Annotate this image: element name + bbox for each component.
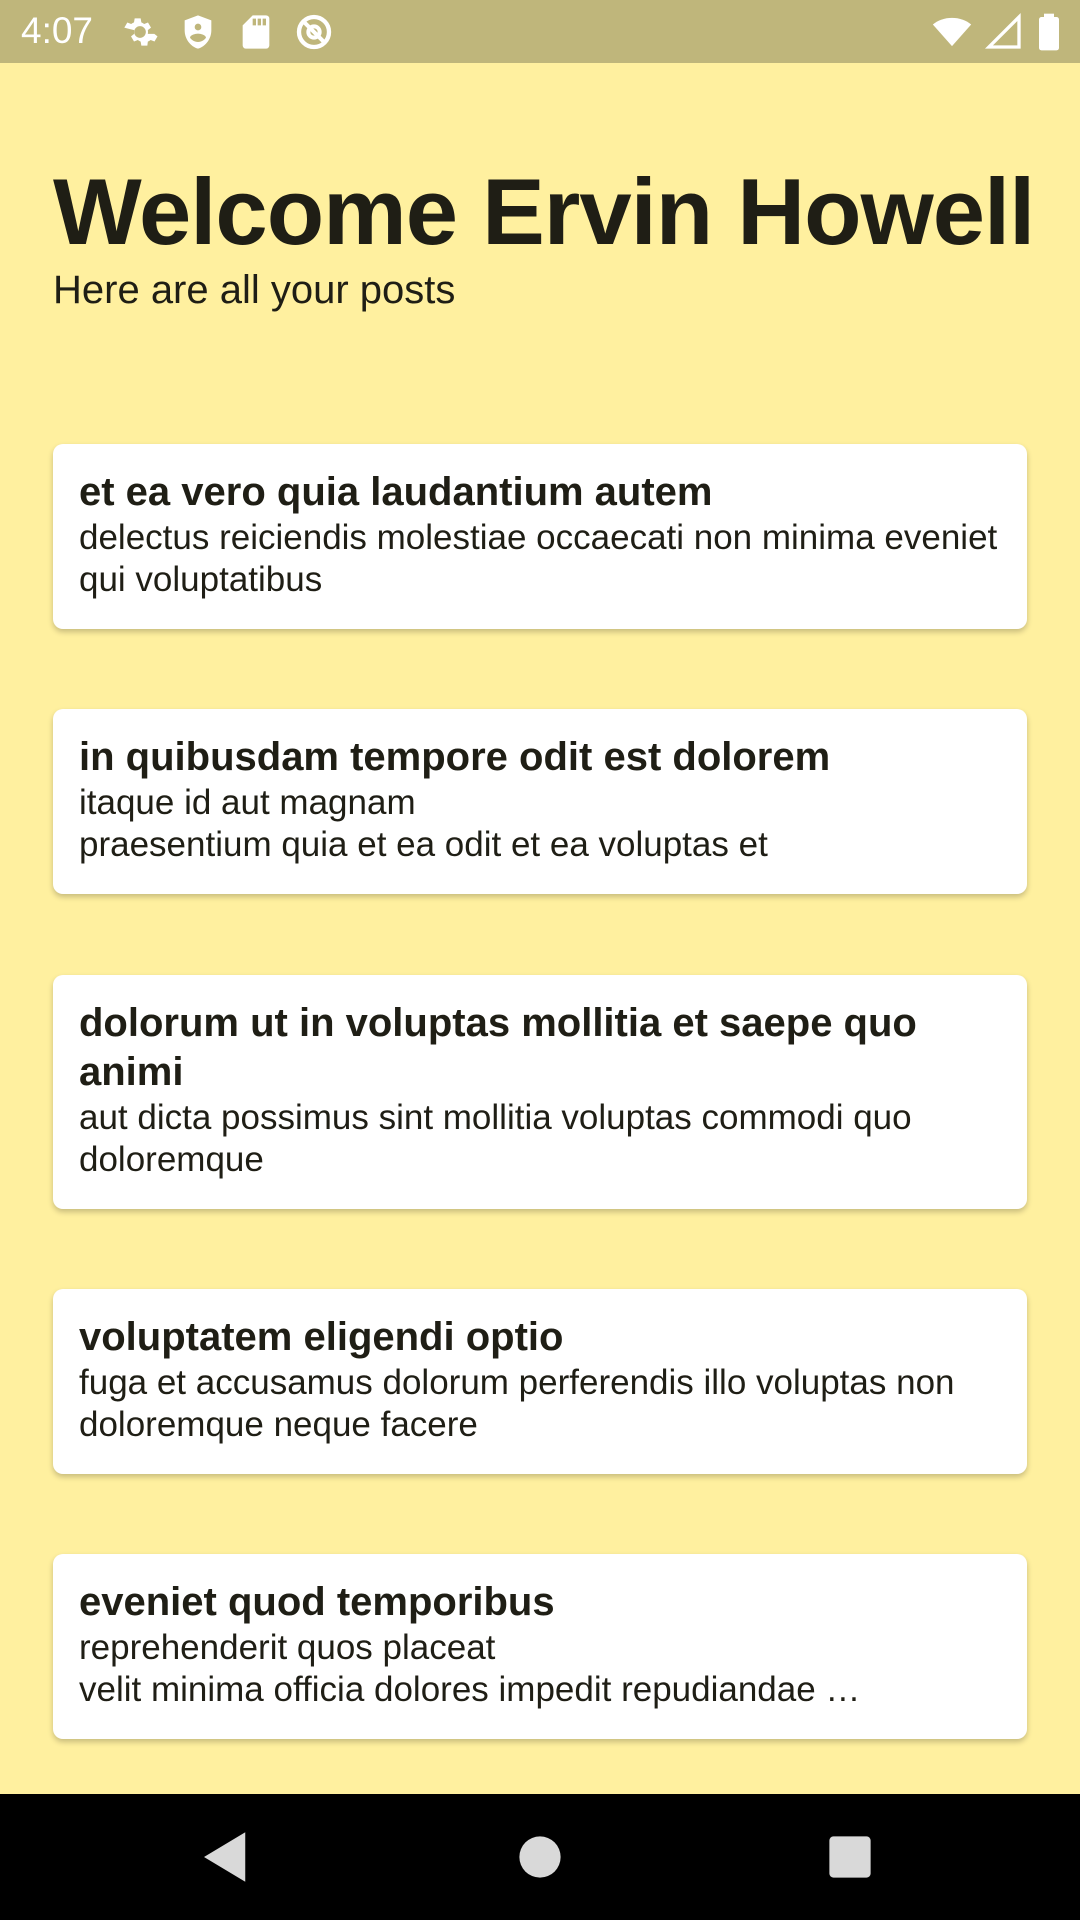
back-icon[interactable]: [193, 1824, 259, 1890]
post-body: itaque id aut magnam praesentium quia et…: [79, 783, 768, 864]
cell-signal-icon: [984, 12, 1021, 49]
at-sign-icon: [296, 14, 332, 50]
battery-icon: [1039, 13, 1059, 51]
navigation-bar: [0, 1794, 1080, 1920]
post-card[interactable]: dolorum ut in voluptas mollitia et saepe…: [53, 975, 1027, 1209]
post-title: et ea vero quia laudantium autem: [79, 470, 713, 514]
post-card[interactable]: voluptatem eligendi optio fuga et accusa…: [53, 1289, 1027, 1474]
status-icons-right: [932, 12, 1062, 52]
wifi-icon: [932, 17, 972, 47]
post-card[interactable]: eveniet quod temporibus reprehenderit qu…: [53, 1554, 1027, 1739]
post-title: voluptatem eligendi optio: [79, 1315, 564, 1359]
sd-card-icon: [242, 15, 270, 49]
page-header: Welcome Ervin Howell Here are all your p…: [53, 158, 1053, 314]
post-body: delectus reiciendis molestiae occaecati …: [79, 518, 998, 599]
post-body: reprehenderit quos placeat velit minima …: [79, 1628, 861, 1709]
post-title: in quibusdam tempore odit est dolorem: [79, 735, 831, 779]
page-subtitle: Here are all your posts: [53, 268, 456, 312]
status-time: 4:07: [21, 10, 94, 51]
post-card[interactable]: in quibusdam tempore odit est dolorem it…: [53, 709, 1027, 894]
post-title: dolorum ut in voluptas mollitia et saepe…: [79, 1001, 917, 1094]
shield-icon: [184, 15, 212, 49]
post-title: eveniet quod temporibus: [79, 1580, 555, 1624]
settings-gear-icon: [124, 18, 158, 46]
recents-icon[interactable]: [817, 1824, 883, 1890]
status-icons-left: [120, 12, 334, 52]
post-body: aut dicta possimus sint mollitia volupta…: [79, 1098, 912, 1179]
page-title: Welcome Ervin Howell: [53, 159, 1035, 264]
home-icon[interactable]: [507, 1824, 573, 1890]
post-body: fuga et accusamus dolorum perferendis il…: [79, 1363, 955, 1444]
status-bar: 4:07: [0, 0, 1080, 63]
post-card[interactable]: et ea vero quia laudantium autem delectu…: [53, 444, 1027, 629]
